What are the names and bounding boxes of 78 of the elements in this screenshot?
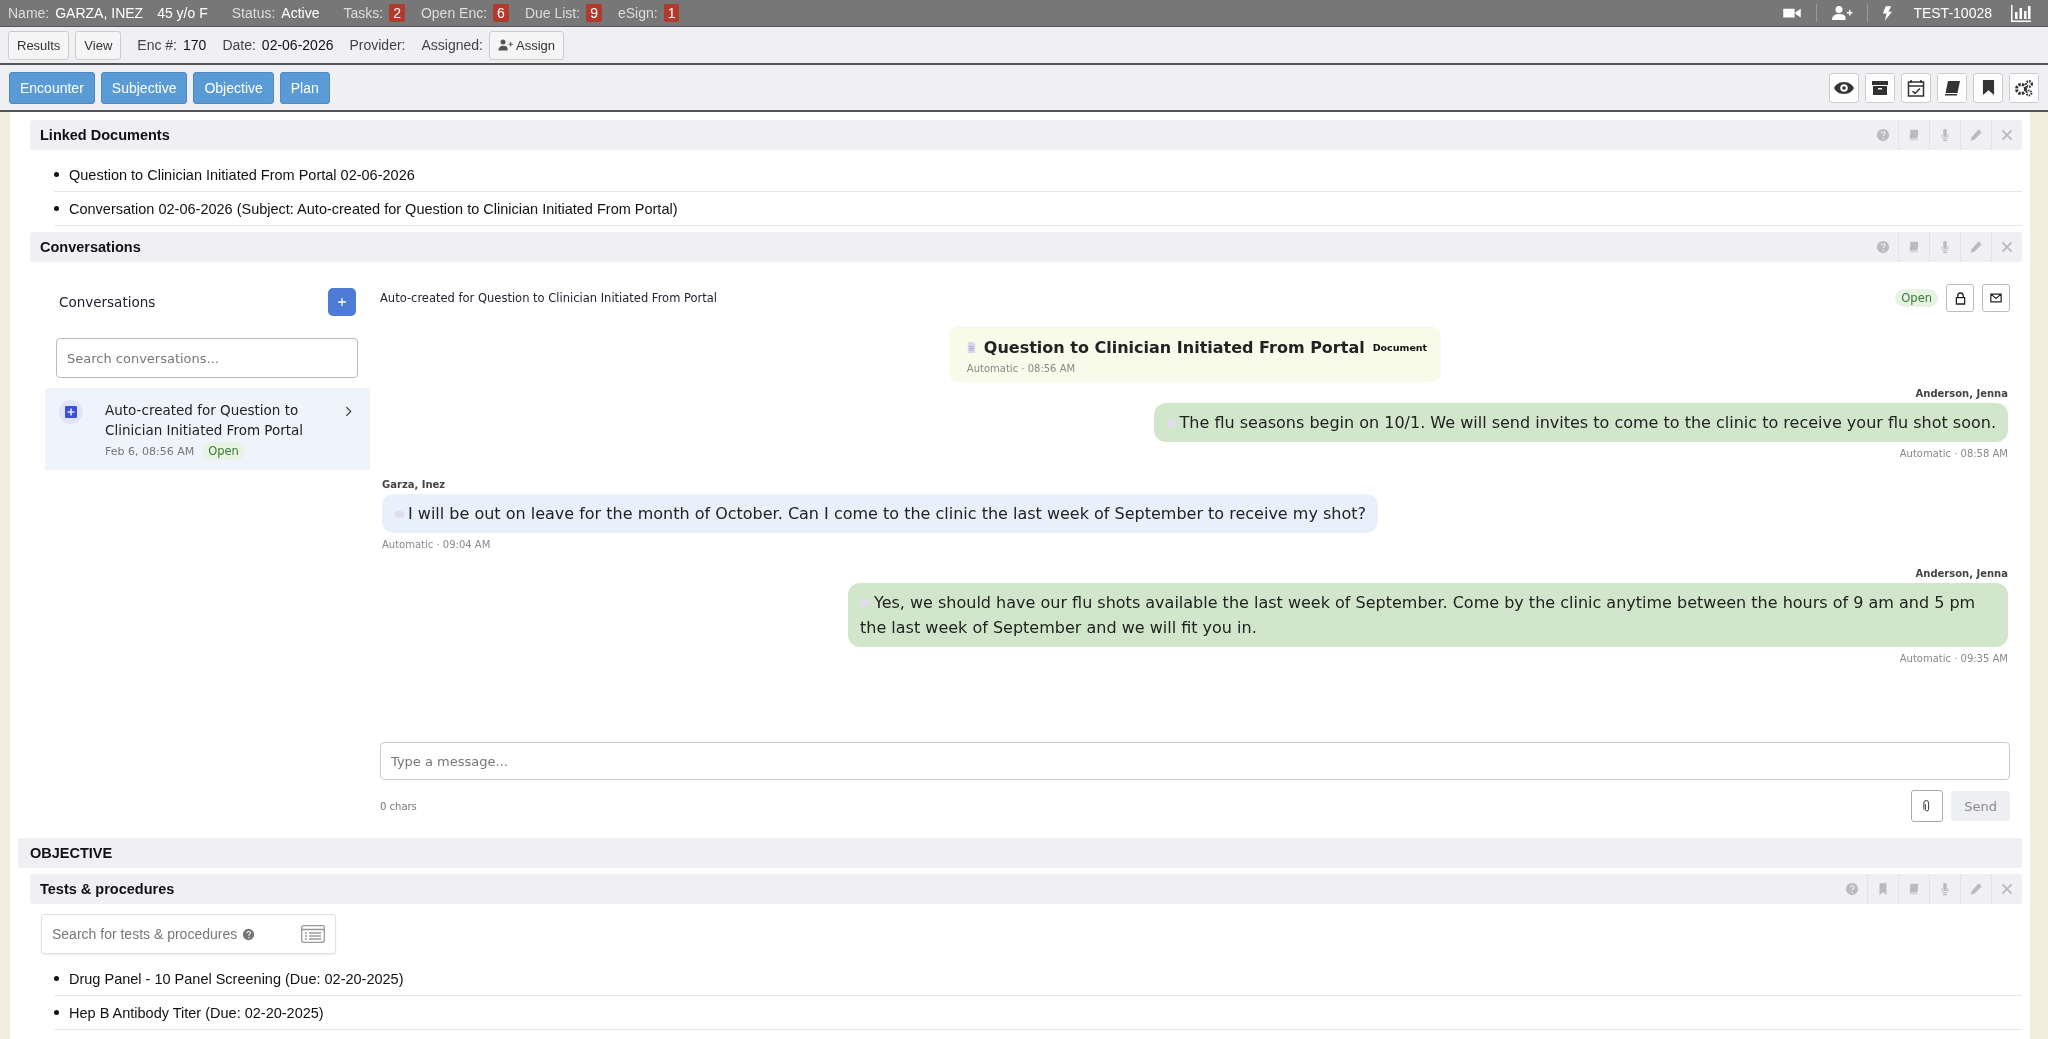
add-user-icon[interactable] <box>1831 5 1854 21</box>
settings-icon[interactable] <box>2009 72 2039 103</box>
char-count: 0 chars <box>380 800 417 812</box>
encounter-date: 02-06-2026 <box>261 37 334 53</box>
age-sex: 45 y/o F <box>157 5 208 21</box>
help-icon[interactable] <box>242 927 256 941</box>
message-meta: Automatic · 09:04 AM <box>382 539 491 550</box>
patient-name: GARZA, INEZ <box>55 5 144 21</box>
name-label: Name: <box>8 5 50 21</box>
eye-icon[interactable] <box>1829 72 1859 103</box>
book-icon[interactable] <box>1937 72 1967 103</box>
document-title: Question to Clinician Initiated From Portal <box>983 338 1365 357</box>
counter-label: Due List: <box>524 5 581 21</box>
archive-icon[interactable] <box>1865 72 1895 103</box>
message-author: Anderson, Jenna <box>1915 568 2008 579</box>
assign-button[interactable]: Assign <box>489 30 564 60</box>
date-label: Date: <box>222 37 256 53</box>
status-label: Status: <box>231 5 276 21</box>
bar-chart-icon[interactable] <box>2010 4 2032 22</box>
patient-id: TEST-10028 <box>1913 5 1992 21</box>
test-item[interactable]: Hep B Antibody Titer (Due: 02-20-2025) <box>69 1004 324 1021</box>
message-meta: Automatic · 09:35 AM <box>1899 653 2008 664</box>
search-field[interactable]: Search conversations... <box>56 338 358 378</box>
video-camera-icon[interactable] <box>1782 6 1803 20</box>
status-pill: Open <box>1895 289 1938 307</box>
assigned-label: Assigned: <box>421 37 483 53</box>
plus-icon <box>338 298 346 306</box>
section-title: Tests & procedures <box>40 881 176 897</box>
message-meta: Automatic · 08:56 AM <box>966 363 1077 374</box>
speech-bubble-icon <box>1165 419 1177 428</box>
chevron-right-icon <box>345 406 352 417</box>
search-placeholder: Search for tests & procedures <box>52 926 238 942</box>
document-card[interactable]: Question to Clinician Initiated From Portal Document Automatic · 08:56 AM <box>948 326 1442 382</box>
counter-label: eSign: <box>617 5 658 21</box>
section-title: Linked Documents <box>40 127 171 143</box>
message-field[interactable]: Type a message... <box>380 742 2010 780</box>
calendar-check-icon[interactable] <box>1901 72 1931 103</box>
panel-title: Conversations <box>59 294 156 310</box>
linked-document[interactable]: Conversation 02-06-2026 (Subject: Auto-created for Question to Clinician Initiated From Portal) <box>69 200 678 217</box>
document-tag: Document <box>1372 342 1428 353</box>
toolbar-button[interactable]: View <box>75 30 122 60</box>
conversation-subject: Auto-created for Question to Clinician Initiated From Portal <box>380 291 718 305</box>
counter-label: Tasks: <box>343 5 384 21</box>
toolbar-button[interactable]: Results <box>8 30 70 60</box>
count-badge[interactable]: 6 <box>493 4 509 22</box>
test-item[interactable]: Drug Panel - 10 Panel Screening (Due: 02-20-2025) <box>69 970 404 987</box>
message-bubble: The flu seasons begin on 10/1. We will send invites to come to the clinic to receive your flu shot soon. <box>1153 403 2008 442</box>
search-field[interactable]: Search for tests & procedures <box>41 914 336 954</box>
message-meta: Automatic · 08:58 AM <box>1899 448 2008 459</box>
lightning-icon[interactable] <box>1882 4 1894 22</box>
conversation-date: Feb 6, 08:56 AM <box>105 444 195 458</box>
conversation-item[interactable]: Auto-created for Question to Clinician Initiated From Portal Feb 6, 08:56 AM Open <box>45 388 370 470</box>
count-badge[interactable]: 9 <box>586 4 602 22</box>
list-icon[interactable] <box>301 925 325 943</box>
document-icon <box>966 342 976 353</box>
mail-icon[interactable] <box>1982 284 2010 312</box>
section-title: OBJECTIVE <box>30 845 113 861</box>
add-conversation-button[interactable] <box>328 288 356 316</box>
count-badge[interactable]: 1 <box>663 4 680 22</box>
lock-icon[interactable] <box>1946 284 1974 312</box>
linked-document[interactable]: Question to Clinician Initiated From Portal 02-06-2026 <box>69 166 415 183</box>
attachment-icon[interactable] <box>1911 790 1944 822</box>
bookmark-icon[interactable] <box>1973 72 2003 103</box>
enc-number: 170 <box>183 37 207 53</box>
message-bubble: Yes, we should have our flu shots available the last week of September. Come by the clinic anytime between the hours of 9 am and 5 pm the last week of September and we will fit you in. <box>848 583 2008 647</box>
message-author: Anderson, Jenna <box>1915 388 2008 399</box>
status-value: Active <box>281 5 320 21</box>
message-bubble: I will be out on leave for the month of October. Can I come to the clinic the last week of September to receive my shot? <box>382 494 1378 533</box>
provider-label: Provider: <box>349 37 406 53</box>
speech-bubble-icon <box>860 599 871 608</box>
counter-label: Open Enc: <box>420 5 488 21</box>
section-title: Conversations <box>40 239 142 255</box>
add-user-icon <box>498 39 513 51</box>
count-badge[interactable]: 2 <box>389 4 405 22</box>
message-author: Garza, Inez <box>382 479 446 490</box>
conversation-title: Auto-created for Question to Clinician Initiated From Portal <box>105 401 305 440</box>
status-pill: Open <box>202 442 245 460</box>
enc-label: Enc #: <box>137 37 177 53</box>
